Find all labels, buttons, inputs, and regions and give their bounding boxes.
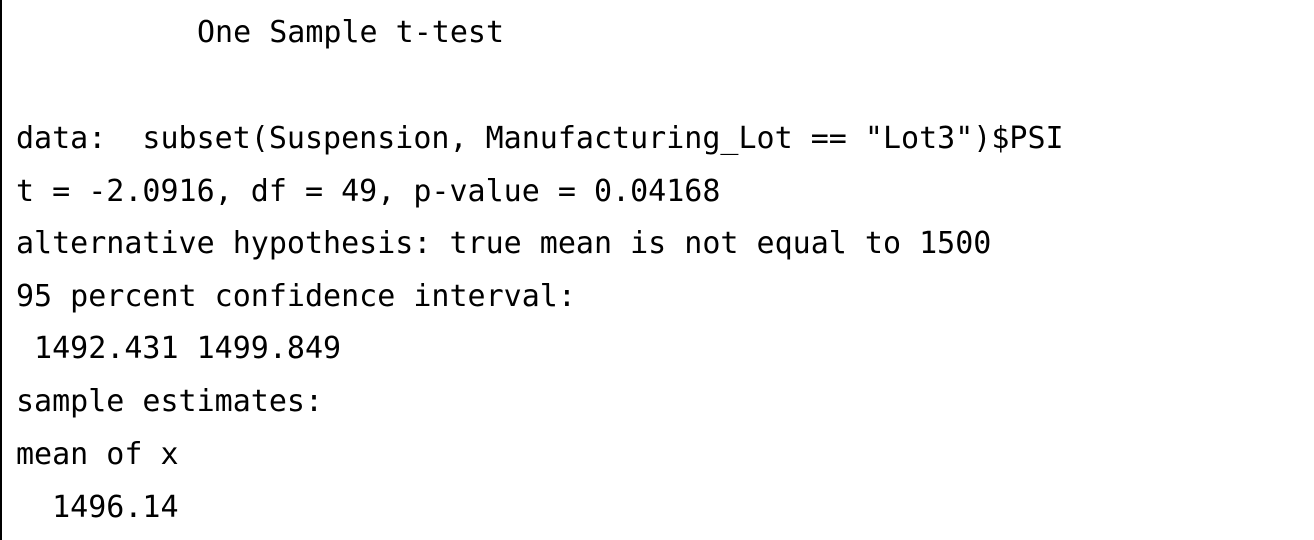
sample-estimates-label: sample estimates:: [16, 384, 324, 419]
test-title: One Sample t-test: [197, 15, 505, 50]
confidence-interval-label: 95 percent confidence interval:: [16, 279, 576, 314]
mean-of-x-label: mean of x: [16, 437, 179, 472]
data-line: data: subset(Suspension, Manufacturing_L…: [16, 121, 1064, 156]
r-console-output: One Sample t-test data: subset(Suspensio…: [0, 0, 1312, 540]
confidence-interval-values: 1492.431 1499.849: [16, 331, 342, 366]
mean-value: 1496.14: [16, 490, 179, 525]
test-statistic-line: t = -2.0916, df = 49, p-value = 0.04168: [16, 174, 721, 209]
alternative-hypothesis-line: alternative hypothesis: true mean is not…: [16, 226, 992, 261]
